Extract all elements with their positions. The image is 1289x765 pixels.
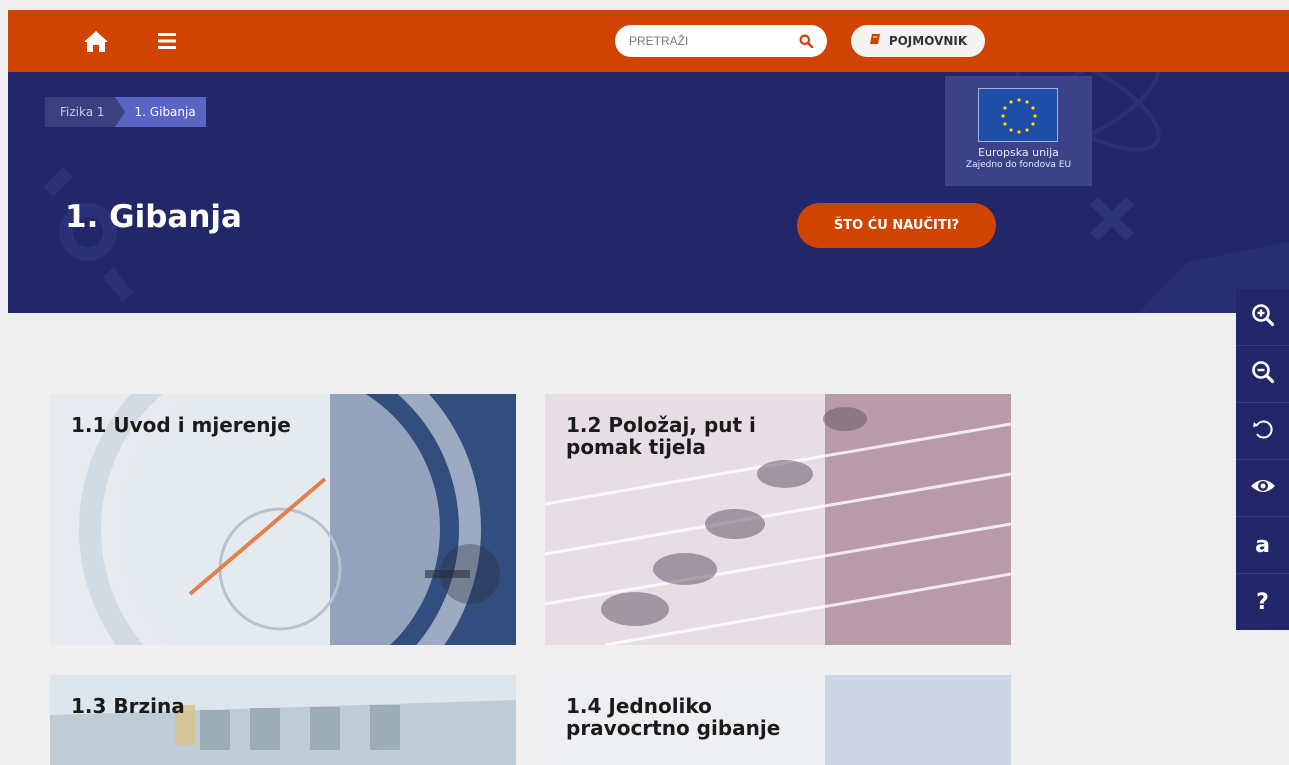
font-icon: a bbox=[1255, 532, 1270, 558]
eu-sublabel: Zajedno do fondova EU bbox=[965, 160, 1072, 170]
breadcrumb: Fizika 1 1. Gibanja bbox=[45, 97, 206, 127]
glossary-label: POJMOVNIK bbox=[888, 34, 968, 48]
eu-badge: Europska unija Zajedno do fondova EU bbox=[945, 76, 1092, 186]
lesson-card-1-2[interactable]: 1.2 Položaj, put i pomak tijela bbox=[545, 394, 1011, 645]
zoom-out-icon bbox=[1251, 360, 1275, 389]
contrast-button[interactable] bbox=[1236, 460, 1289, 517]
zoom-in-icon bbox=[1251, 303, 1275, 332]
breadcrumb-item-fizika[interactable]: Fizika 1 bbox=[45, 97, 115, 127]
eu-flag-icon bbox=[978, 88, 1058, 142]
card-title: 1.1 Uvod i mjerenje bbox=[71, 413, 291, 437]
help-icon: ? bbox=[1256, 590, 1269, 615]
card-title: 1.2 Položaj, put i pomak tijela bbox=[566, 413, 756, 459]
zoom-out-button[interactable] bbox=[1236, 346, 1289, 403]
page-title: 1. Gibanja bbox=[65, 199, 242, 235]
zoom-in-button[interactable] bbox=[1236, 289, 1289, 346]
glossary-button[interactable]: POJMOVNIK bbox=[851, 25, 985, 57]
search-box bbox=[615, 25, 827, 57]
learning-goals-button[interactable]: ŠTO ĆU NAUČITI? bbox=[797, 203, 996, 248]
card-title: 1.4 Jednoliko pravocrtno gibanje bbox=[566, 694, 781, 740]
card-title: 1.3 Brzina bbox=[71, 694, 185, 718]
breadcrumb-separator bbox=[114, 97, 125, 127]
reset-icon bbox=[1251, 417, 1275, 446]
book-icon bbox=[869, 32, 881, 50]
top-bar: POJMOVNIK bbox=[8, 10, 1289, 72]
hero-banner: Fizika 1 1. Gibanja 1. Gibanja ŠTO ĆU NA… bbox=[8, 72, 1289, 313]
menu-icon[interactable] bbox=[157, 31, 177, 51]
train-image bbox=[50, 675, 516, 765]
search-icon[interactable] bbox=[799, 34, 814, 49]
eye-icon bbox=[1250, 476, 1276, 501]
accessibility-toolbar: a ? bbox=[1236, 289, 1289, 630]
eu-label: Europska unija bbox=[978, 146, 1059, 159]
lesson-card-1-4[interactable]: 1.4 Jednoliko pravocrtno gibanje bbox=[545, 675, 1011, 765]
breadcrumb-item-current: 1. Gibanja bbox=[124, 97, 206, 127]
reset-button[interactable] bbox=[1236, 403, 1289, 460]
home-icon[interactable] bbox=[83, 29, 109, 53]
help-button[interactable]: ? bbox=[1236, 574, 1289, 631]
font-button[interactable]: a bbox=[1236, 517, 1289, 574]
lesson-card-1-1[interactable]: 1.1 Uvod i mjerenje bbox=[50, 394, 516, 645]
search-input[interactable] bbox=[629, 32, 789, 50]
lesson-card-1-3[interactable]: 1.3 Brzina bbox=[50, 675, 516, 765]
